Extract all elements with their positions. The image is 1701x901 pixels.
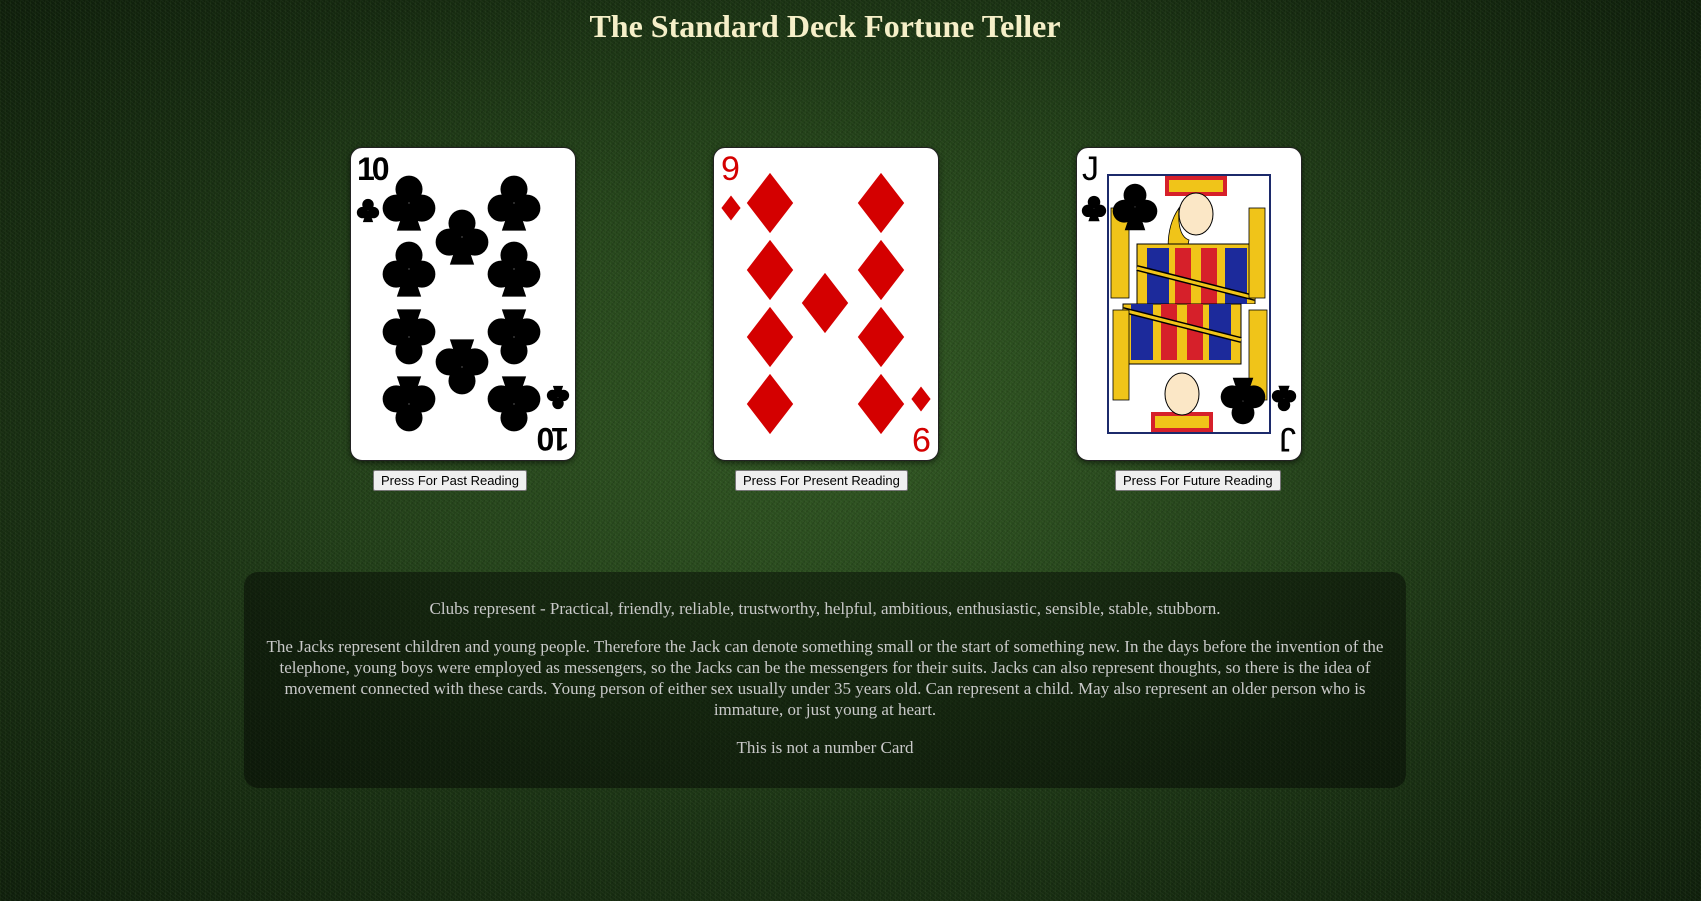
club-pip-icon — [435, 209, 489, 265]
ten-of-clubs-card-face: 10 10 — [356, 151, 570, 457]
club-corner-icon — [356, 198, 380, 223]
club-corner-icon — [1271, 385, 1297, 412]
card-rank-bottom: 10 — [537, 421, 569, 457]
diamond-pip-icon — [857, 172, 905, 234]
club-corner-icon — [1081, 195, 1107, 222]
present-reading-button[interactable]: Press For Present Reading — [735, 470, 908, 491]
diamond-pip-icon — [746, 373, 794, 435]
diamond-pip-icon — [857, 373, 905, 435]
future-card: J J — [1076, 147, 1302, 461]
diamond-corner-icon — [721, 195, 741, 221]
club-pip-icon — [487, 376, 541, 432]
club-pip-icon — [382, 376, 436, 432]
club-pip-icon — [435, 339, 489, 395]
present-card: 9 9 — [713, 147, 939, 461]
diamond-pip-icon — [857, 306, 905, 368]
club-pip-icon — [487, 241, 541, 297]
future-reading-button[interactable]: Press For Future Reading — [1115, 470, 1281, 491]
club-corner-icon — [546, 385, 570, 410]
number-meaning-text: This is not a number Card — [736, 738, 914, 757]
page-title: The Standard Deck Fortune Teller — [589, 8, 1061, 44]
club-pip-icon — [487, 309, 541, 365]
card-rank-top: 10 — [357, 151, 389, 187]
card-rank-top: J — [1082, 150, 1099, 188]
nine-of-diamonds-card-face: 9 9 — [721, 150, 931, 458]
jack-of-clubs-card-face: J J — [1081, 150, 1297, 458]
club-pip-icon — [487, 175, 541, 231]
diamond-pip-icon — [801, 272, 849, 334]
card-rank-bottom: 9 — [912, 420, 931, 458]
reading-panel: Clubs represent - Practical, friendly, r… — [244, 572, 1406, 788]
diamond-pip-icon — [746, 239, 794, 301]
diamond-pip-icon — [746, 172, 794, 234]
past-card: 10 10 — [350, 147, 576, 461]
past-reading-button[interactable]: Press For Past Reading — [373, 470, 528, 491]
card-rank-bottom: J — [1279, 420, 1296, 458]
club-pip-icon — [382, 309, 436, 365]
diamond-corner-icon — [911, 386, 931, 412]
club-pip-icon — [382, 175, 436, 231]
club-pip-icon — [382, 241, 436, 297]
suit-meaning-text: Clubs represent - Practical, friendly, r… — [429, 599, 1221, 618]
rank-meaning-text: The Jacks represent children and young p… — [266, 637, 1384, 719]
card-rank-top: 9 — [721, 150, 740, 188]
diamond-pip-icon — [857, 239, 905, 301]
diamond-pip-icon — [746, 306, 794, 368]
